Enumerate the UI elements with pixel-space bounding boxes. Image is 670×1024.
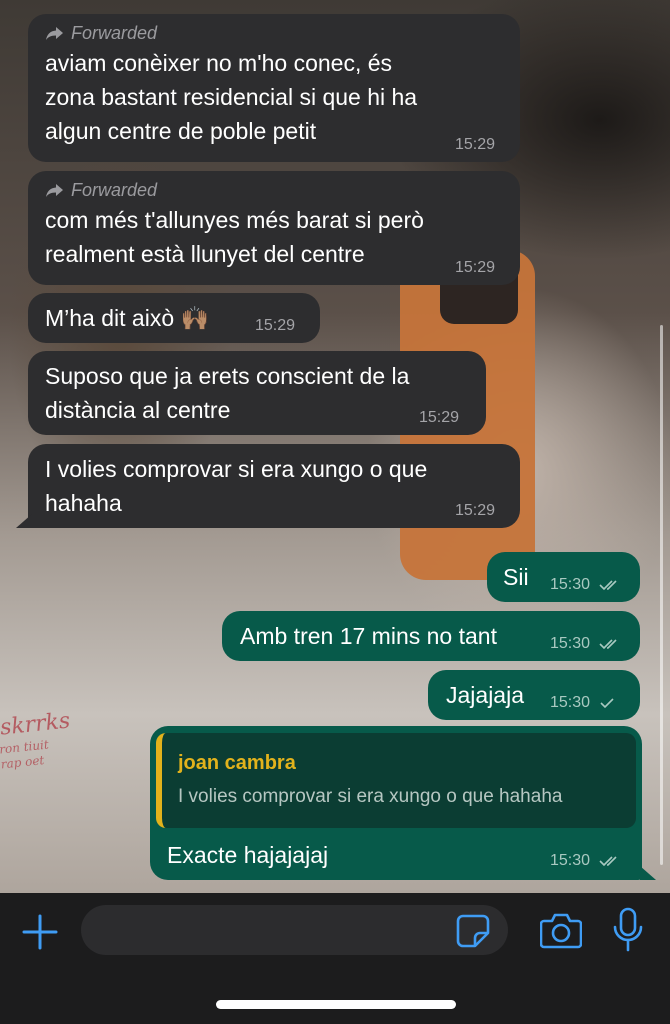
message-input[interactable] <box>81 905 508 955</box>
forwarded-label: Forwarded <box>71 23 158 43</box>
message-time: 15:30 <box>550 576 621 594</box>
message-text: com més t'allunyes més barat si però <box>45 207 424 233</box>
wallpaper-shirt-subprint: ron tiuit rap oet <box>0 737 50 772</box>
message-bubble-incoming[interactable]: M’ha dit això 🙌🏽 15:29 <box>28 293 320 343</box>
microphone-icon[interactable] <box>612 907 644 953</box>
message-bubble-incoming[interactable]: Suposo que ja erets conscient de la dist… <box>28 351 486 435</box>
message-text: distància al centre <box>45 397 231 423</box>
message-text: zona bastant residencial si que hi ha <box>45 84 418 110</box>
message-time: 15:29 <box>455 259 496 276</box>
message-text: algun centre de poble petit <box>45 118 317 144</box>
single-check-icon <box>599 698 614 708</box>
reply-quote-author: joan cambra <box>178 752 296 774</box>
double-check-icon <box>598 580 617 590</box>
bubble-tail <box>640 866 656 880</box>
message-time: 15:30 <box>550 694 615 712</box>
message-bubble-incoming[interactable]: Forwarded com més t'allunyes més barat s… <box>28 171 520 285</box>
message-time: 15:30 <box>550 852 621 870</box>
bubble-tail <box>16 514 32 528</box>
home-indicator[interactable] <box>216 1000 456 1009</box>
double-check-icon <box>598 856 617 866</box>
message-bubble-incoming[interactable]: Forwarded aviam conèixer no m'ho conec, … <box>28 14 520 162</box>
sticker-icon[interactable] <box>455 913 491 949</box>
double-check-icon <box>598 639 617 649</box>
message-text: Exacte hajajajaj <box>167 842 329 868</box>
message-time: 15:29 <box>255 317 296 334</box>
message-time: 15:29 <box>419 409 460 426</box>
message-bubble-outgoing[interactable]: Amb tren 17 mins no tant 15:30 <box>222 611 640 661</box>
scroll-indicator[interactable] <box>660 325 663 865</box>
message-text: I volies comprovar si era xungo o que <box>45 456 428 482</box>
message-text: realment està llunyet del centre <box>45 241 365 267</box>
forwarded-label: Forwarded <box>71 180 158 200</box>
camera-icon[interactable] <box>540 911 582 949</box>
wallpaper-shirt-print: skrrks <box>0 708 72 741</box>
reply-quote[interactable]: joan cambra I volies comprovar si era xu… <box>156 733 636 828</box>
forward-arrow-icon <box>46 27 63 40</box>
message-bubble-outgoing[interactable]: Sii 15:30 <box>487 552 640 602</box>
message-time: 15:30 <box>550 635 621 653</box>
reply-quote-text: I volies comprovar si era xungo o que ha… <box>178 786 563 807</box>
message-text: hahaha <box>45 490 122 516</box>
message-text: aviam conèixer no m'ho conec, és <box>45 50 393 76</box>
message-time: 15:29 <box>455 502 496 519</box>
forwarded-indicator: Forwarded <box>45 22 503 44</box>
message-bubble-outgoing[interactable]: Jajajaja 15:30 <box>428 670 640 720</box>
message-time: 15:29 <box>455 136 496 153</box>
message-bubble-incoming[interactable]: I volies comprovar si era xungo o que ha… <box>28 444 520 528</box>
forwarded-indicator: Forwarded <box>45 179 503 201</box>
message-text: Suposo que ja erets conscient de la <box>45 363 410 389</box>
forward-arrow-icon <box>46 184 63 197</box>
plus-icon[interactable] <box>20 912 60 952</box>
